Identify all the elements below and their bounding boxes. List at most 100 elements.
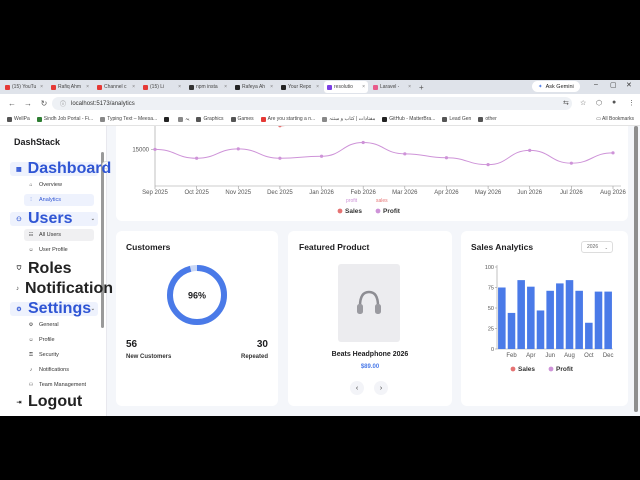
bar[interactable] [594, 291, 603, 349]
sidebar-item-notification[interactable]: ♪ Notification [10, 280, 113, 297]
data-point-profit[interactable] [195, 156, 199, 160]
browser-tab[interactable]: Rafiq Ahm × [48, 81, 92, 93]
tab-close-icon[interactable]: × [408, 84, 411, 90]
logout-button[interactable]: ⇥ Logout [10, 393, 98, 410]
data-point-profit[interactable] [528, 148, 532, 152]
minimize-icon[interactable]: – [594, 81, 598, 88]
bookmark-item[interactable]: Typing Text – Meesa... [100, 116, 157, 122]
data-point-profit[interactable] [278, 156, 282, 160]
bookmark-item[interactable]: یہ [178, 116, 189, 122]
bookmark-item[interactable] [164, 116, 171, 122]
bar[interactable] [527, 286, 535, 349]
bookmark-item[interactable]: WellPa [7, 116, 30, 122]
tab-close-icon[interactable]: × [270, 84, 273, 90]
bookmark-item[interactable]: Are you starting a n... [260, 116, 315, 122]
translate-icon[interactable]: ⇆ [563, 99, 569, 107]
browser-tab[interactable]: (15) Li × [140, 81, 184, 93]
site-info-icon[interactable]: ⓘ [60, 99, 66, 108]
page-scrollbar-thumb[interactable] [634, 126, 638, 412]
bookmark-item[interactable]: Games [230, 116, 254, 122]
sidebar-subitem-user-profile[interactable]: ☺ User Profile [24, 244, 94, 256]
data-point-profit[interactable] [319, 154, 324, 158]
close-window-icon[interactable]: ✕ [626, 81, 632, 89]
tab-close-icon[interactable]: × [86, 84, 89, 90]
browser-menu-icon[interactable]: ⋮ [628, 99, 635, 107]
bar[interactable] [565, 280, 574, 349]
sidebar-subitem-overview[interactable]: ⌂ Overview [24, 179, 94, 191]
sidebar-scrollbar[interactable] [101, 152, 104, 328]
data-point-profit[interactable] [444, 156, 449, 160]
data-point-profit[interactable] [611, 151, 615, 155]
ask-gemini-button[interactable]: ✦ Ask Gemini [532, 81, 580, 92]
year-select[interactable]: 2026 ⌄ [581, 241, 613, 253]
tab-close-icon[interactable]: × [178, 84, 181, 90]
browser-tab[interactable]: Your Repo × [278, 81, 322, 93]
tab-close-icon[interactable]: × [224, 84, 227, 90]
sidebar-subitem-general[interactable]: ⚙ General [24, 319, 94, 331]
sidebar-subitem-analytics[interactable]: ⫶ Analytics [24, 194, 94, 206]
profile-avatar[interactable]: ● [612, 99, 616, 106]
data-point-profit[interactable] [361, 140, 365, 145]
next-product-button[interactable]: › [374, 381, 388, 395]
tab-close-icon[interactable]: × [40, 84, 43, 90]
product-image[interactable] [338, 264, 400, 342]
address-bar[interactable]: ⓘ localhost:5173/analytics [52, 97, 572, 110]
data-point-profit[interactable] [486, 163, 490, 167]
all-bookmarks[interactable]: ▭ All Bookmarks [596, 116, 634, 122]
sidebar-subitem-team-management[interactable]: ⚇ Team Management [24, 379, 94, 391]
prev-product-button[interactable]: ‹ [350, 381, 364, 395]
data-point-sales[interactable] [278, 126, 282, 128]
data-point-profit[interactable] [153, 147, 157, 151]
forward-icon[interactable]: → [24, 99, 32, 108]
sidebar-item-users[interactable]: ⚇ Users ⌄ [10, 210, 98, 227]
bar[interactable] [604, 291, 612, 349]
legend-label[interactable]: Profit [383, 208, 401, 215]
sidebar-subitem-profile[interactable]: ☺ Profile [24, 334, 94, 346]
legend-label[interactable]: Sales [345, 208, 362, 215]
tab-close-icon[interactable]: × [362, 84, 365, 90]
x-tick-label: Jun [545, 353, 555, 359]
bar[interactable] [575, 290, 583, 349]
logout-icon: ⇥ [16, 399, 22, 406]
featured-product-card: Featured Product Beats Headphone 2026 $8… [288, 231, 452, 406]
page-scrollbar[interactable] [634, 126, 638, 412]
browser-tab[interactable]: Laravel - × [370, 81, 414, 93]
browser-tab[interactable]: Rafeya Ah × [232, 81, 276, 93]
data-point-profit[interactable] [403, 152, 407, 156]
bookmark-item[interactable]: Lead Gen [442, 116, 471, 122]
tab-close-icon[interactable]: × [132, 84, 135, 90]
browser-tab[interactable]: npm insta × [186, 81, 230, 93]
sidebar-subitem-security[interactable]: ⚿ Security [24, 349, 94, 361]
bookmark-item[interactable]: مفتادات | کتاب و ستنہ [322, 116, 375, 122]
bookmark-item[interactable]: Sindh Job Portal - Fi... [36, 116, 93, 122]
bookmark-item[interactable]: other [478, 116, 497, 122]
bar[interactable] [507, 312, 516, 349]
reload-icon[interactable]: ↻ [40, 99, 48, 108]
browser-tab[interactable]: Channel c × [94, 81, 138, 93]
bookmark-star-icon[interactable]: ☆ [580, 99, 586, 107]
sidebar-subitem-all-users[interactable]: ☷ All Users [24, 229, 94, 241]
sidebar-item-settings[interactable]: ⚙ Settings ⌄ [10, 300, 98, 317]
maximize-icon[interactable]: ▢ [610, 81, 617, 89]
sidebar-item-dashboard[interactable]: ▦ Dashboard ⌄ [10, 160, 111, 177]
legend-label[interactable]: Sales [518, 366, 535, 373]
legend-label[interactable]: Profit [556, 366, 574, 373]
sidebar-subitem-notifications[interactable]: ♪ Notifications [24, 364, 94, 376]
back-icon[interactable]: ← [8, 99, 16, 108]
data-point-profit[interactable] [236, 147, 240, 151]
bar[interactable] [556, 283, 564, 349]
bar[interactable] [585, 322, 593, 349]
bar[interactable] [498, 287, 506, 350]
sidebar-item-roles[interactable]: ⛉ Roles [10, 260, 98, 277]
data-point-profit[interactable] [569, 161, 573, 165]
bookmark-item[interactable]: Graphics [196, 116, 224, 122]
bar[interactable] [517, 280, 525, 349]
browser-tab[interactable]: resolutio × [324, 81, 368, 93]
bar[interactable] [546, 290, 554, 349]
bookmark-item[interactable]: GitHub - MatterBra... [382, 116, 435, 122]
new-tab-button[interactable]: + [419, 83, 424, 92]
browser-tab[interactable]: (15) YouTu × [2, 81, 46, 93]
extensions-icon[interactable]: ⬡ [596, 99, 602, 107]
bar[interactable] [536, 310, 545, 349]
tab-close-icon[interactable]: × [316, 84, 319, 90]
